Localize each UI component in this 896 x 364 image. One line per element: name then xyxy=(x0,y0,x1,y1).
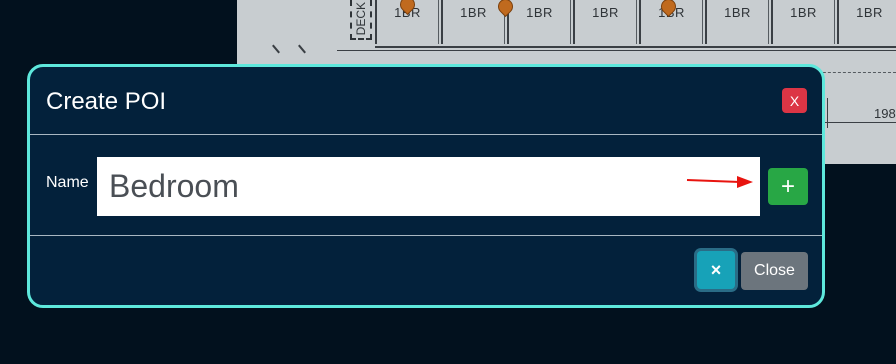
add-button[interactable]: + xyxy=(768,168,808,205)
deck-label: DECK xyxy=(354,2,368,36)
annotation-arrow-icon xyxy=(686,176,753,188)
unit-label: 1BR xyxy=(790,5,817,20)
modal-footer: × Close xyxy=(30,236,822,305)
name-label: Name xyxy=(46,174,89,191)
unit-label: 1BR xyxy=(460,5,487,20)
unit-cell: 1BR xyxy=(573,0,637,44)
unit-cell: 1BR xyxy=(441,0,505,44)
dimension-text: 198 xyxy=(874,106,896,121)
unit-cell: 1BR xyxy=(507,0,571,44)
plan-dimension-line xyxy=(822,122,896,123)
modal-body: Name Bedroom + xyxy=(30,135,822,236)
unit-label: 1BR xyxy=(856,5,883,20)
plan-tick-mark xyxy=(272,44,280,54)
modal-header: Create POI X xyxy=(30,67,822,135)
unit-cell: 1BR xyxy=(837,0,896,44)
deck-area: DECK xyxy=(350,0,372,40)
close-button[interactable]: Close xyxy=(741,252,808,290)
unit-label: 1BR xyxy=(526,5,553,20)
unit-cell: 1BR xyxy=(705,0,769,44)
plan-tick-mark xyxy=(298,44,306,54)
unit-label: 1BR xyxy=(592,5,619,20)
unit-label: 1BR xyxy=(724,5,751,20)
clear-button[interactable]: × xyxy=(697,251,735,289)
create-poi-modal: Create POI X Name Bedroom + × Close xyxy=(27,64,825,308)
modal-title: Create POI xyxy=(46,88,167,115)
name-input[interactable]: Bedroom xyxy=(97,157,760,216)
unit-strip: 1BR 1BR 1BR 1BR 1BR 1BR 1BR 1BR xyxy=(375,0,896,48)
plan-wall-line xyxy=(337,50,896,51)
plan-wall-line xyxy=(827,98,828,128)
unit-cell: 1BR xyxy=(771,0,835,44)
screen: DECK 1BR 1BR 1BR 1BR 1BR 1BR 1BR 1BR 198… xyxy=(0,0,896,364)
header-close-button[interactable]: X xyxy=(782,88,807,113)
